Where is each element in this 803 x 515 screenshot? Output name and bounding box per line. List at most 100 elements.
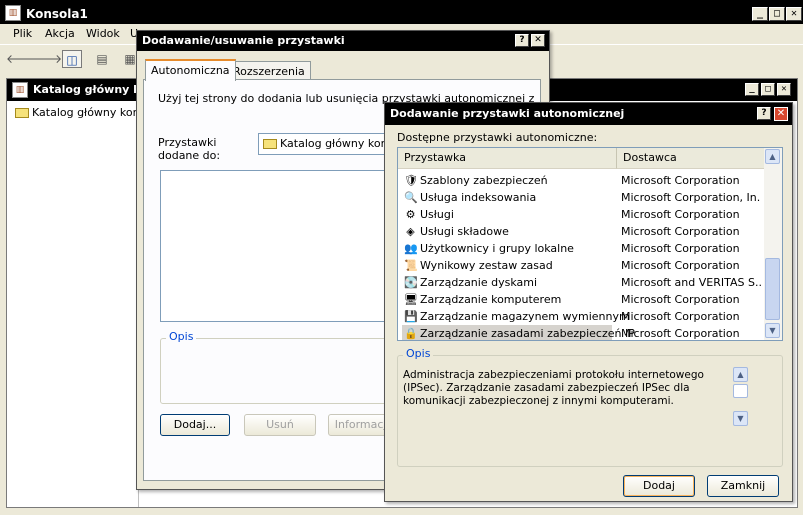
snapin-vendor: Microsoft Corporation <box>621 242 740 255</box>
close-icon[interactable]: ✕ <box>774 107 788 121</box>
components-icon: ◈ <box>406 225 415 238</box>
snapin-vendor: Microsoft and VERITAS S... <box>621 276 761 289</box>
remove-button[interactable]: Usuń <box>244 414 316 436</box>
folder-icon <box>263 139 277 149</box>
column-header-snapin[interactable]: Przystawka <box>398 148 617 169</box>
snapin-name: Usługi <box>420 208 454 221</box>
add-standalone-snapin-dialog: Dodawanie przystawki autonomicznej ? ✕ D… <box>384 102 793 502</box>
snapin-vendor: Microsoft Corporation <box>621 310 740 323</box>
snapin-name-cell: 🛡 Szablony zabezpieczeń <box>402 172 612 189</box>
minimize-icon[interactable]: _ <box>752 7 768 21</box>
scroll-up-icon[interactable]: ▲ <box>733 367 748 382</box>
snapin-vendor: Microsoft Corporation <box>621 174 740 187</box>
snapin-name-cell: 👥 Użytkownicy i grupy lokalne <box>402 240 612 257</box>
list-scrollbar[interactable]: ▲ ▼ <box>764 148 782 340</box>
snapin-name: Usługa indeksowania <box>420 191 537 204</box>
removable-storage-icon: 💾 <box>404 310 418 323</box>
snapin-name: Użytkownicy i grupy lokalne <box>420 242 574 255</box>
snapin-vendor: Microsoft Corporation <box>621 259 740 272</box>
snapin-name: Zarządzanie dyskami <box>420 276 538 289</box>
dialog-title: Dodawanie/usuwanie przystawki <box>142 34 345 47</box>
services-icon: ⚙ <box>405 208 416 221</box>
snapin-name-cell: 💽 Zarządzanie dyskami <box>402 274 612 291</box>
description-label: Opis <box>403 347 434 360</box>
child-maximize-icon[interactable]: □ <box>761 83 775 96</box>
menu-view[interactable]: Widok <box>86 27 120 40</box>
scroll-thumb[interactable] <box>733 384 748 398</box>
dialog-title-bar[interactable]: Dodawanie przystawki autonomicznej ? ✕ <box>385 103 792 125</box>
maximize-icon[interactable]: □ <box>769 7 785 21</box>
added-to-value: Katalog główny konso <box>280 137 401 150</box>
table-row[interactable]: ◈ Usługi składowe Microsoft Corporation <box>398 223 764 240</box>
description-scrollbar[interactable]: ▲ ▼ <box>733 367 750 429</box>
snapin-name-cell: 🖥 Zarządzanie komputerem <box>402 291 612 308</box>
table-row[interactable]: ⚙ Usługi Microsoft Corporation <box>398 206 764 223</box>
scroll-down-icon[interactable]: ▼ <box>733 411 748 426</box>
added-to-label: Przystawki dodane do: <box>158 136 221 162</box>
close-icon[interactable]: ✕ <box>786 7 802 21</box>
tree-item-console-root[interactable]: Katalog główny kons <box>15 106 145 119</box>
dialog-title: Dodawanie przystawki autonomicznej <box>390 107 625 120</box>
column-header-vendor[interactable]: Dostawca <box>617 148 767 169</box>
show-hide-tree-icon[interactable]: ◫ <box>62 50 82 68</box>
description-label: Opis <box>166 330 197 343</box>
snapin-name: Zarządzanie komputerem <box>420 293 562 306</box>
menu-file[interactable]: Plik <box>13 27 32 40</box>
child-minimize-icon[interactable]: _ <box>745 83 759 96</box>
dialog-title-bar[interactable]: Dodawanie/usuwanie przystawki ? ✕ <box>137 31 549 51</box>
snapin-vendor: Microsoft Corporation <box>621 208 740 221</box>
menu-action[interactable]: Akcja <box>45 27 75 40</box>
table-row[interactable]: 🔒 Zarządzanie zasadami zabezpieczeń IP Mic… <box>398 325 764 340</box>
tab-standalone[interactable]: Autonomiczna <box>145 59 236 81</box>
tree-pane: Katalog główny kons <box>7 101 145 507</box>
forward-arrow-icon[interactable]: 🡒 <box>30 50 62 68</box>
ip-security-icon: 🔒 <box>404 327 418 340</box>
snapin-name-cell: 🔒 Zarządzanie zasadami zabezpieczeń IP <box>402 325 635 340</box>
console-root-icon: ▥ <box>12 82 28 98</box>
indexing-icon: 🔍 <box>404 191 418 204</box>
tab-extensions[interactable]: Rozszerzenia <box>227 61 311 81</box>
description-text: Administracja zabezpieczeniami protokołu… <box>403 369 704 407</box>
table-row[interactable]: 🔍 Usługa indeksowania Microsoft Corporatio… <box>398 189 764 206</box>
scroll-up-icon[interactable]: ▲ <box>765 149 780 164</box>
table-row[interactable]: 📜 Wynikowy zestaw zasad Microsoft Corporat… <box>398 257 764 274</box>
snapin-name: Szablony zabezpieczeń <box>420 174 548 187</box>
add-button[interactable]: Dodaj <box>623 475 695 497</box>
mmc-app-icon: ▥ <box>5 5 21 21</box>
snapin-vendor: Microsoft Corporation <box>621 327 740 340</box>
table-row[interactable]: 👥 Użytkownicy i grupy lokalne Microsoft Co… <box>398 240 764 257</box>
scroll-thumb[interactable] <box>765 258 780 320</box>
snapin-name-cell: 📜 Wynikowy zestaw zasad <box>402 257 612 274</box>
add-button[interactable]: Dodaj... <box>160 414 230 436</box>
security-template-icon: 🛡 <box>404 174 418 187</box>
available-snapins-label: Dostępne przystawki autonomiczne: <box>397 131 598 144</box>
export-list-icon[interactable]: ▤ <box>92 50 112 68</box>
disk-icon: 💽 <box>404 276 418 289</box>
close-button[interactable]: Zamknij <box>707 475 779 497</box>
table-row[interactable]: 🛡 Szablony zabezpieczeń Microsoft Corporat… <box>398 172 764 189</box>
back-arrow-icon[interactable]: 🡐 <box>6 50 38 68</box>
rsop-icon: 📜 <box>404 259 418 272</box>
snapin-name: Zarządzanie zasadami zabezpieczeń IP <box>420 327 635 340</box>
available-snapins-list[interactable]: Przystawka Dostawca 🛡 Szablony zabezpiecz… <box>397 147 783 341</box>
help-icon[interactable]: ? <box>757 107 771 120</box>
snapin-vendor: Microsoft Corporation <box>621 225 740 238</box>
users-icon: 👥 <box>404 242 418 255</box>
snapin-vendor: Microsoft Corporation <box>621 293 740 306</box>
mmc-window-title: Konsola1 <box>26 7 88 21</box>
scroll-down-icon[interactable]: ▼ <box>765 323 780 338</box>
child-close-icon[interactable]: ✕ <box>777 83 791 96</box>
snapin-name: Zarządzanie magazynem wymiennym <box>420 310 630 323</box>
snapin-name-cell: ◈ Usługi składowe <box>402 223 612 240</box>
snapin-vendor: Microsoft Corporation, In... <box>621 191 761 204</box>
snapin-name-cell: 🔍 Usługa indeksowania <box>402 189 612 206</box>
tree-item-label: Katalog główny kons <box>32 106 146 119</box>
folder-icon <box>15 108 29 118</box>
snapin-name-cell: 💾 Zarządzanie magazynem wymiennym <box>402 308 630 325</box>
table-row[interactable]: 💾 Zarządzanie magazynem wymiennym Microsof… <box>398 308 764 325</box>
snapin-name: Usługi składowe <box>420 225 509 238</box>
table-row[interactable]: 💽 Zarządzanie dyskami Microsoft and VERITA… <box>398 274 764 291</box>
help-icon[interactable]: ? <box>515 34 529 47</box>
table-row[interactable]: 🖥 Zarządzanie komputerem Microsoft Corpora… <box>398 291 764 308</box>
close-icon[interactable]: ✕ <box>531 34 545 47</box>
